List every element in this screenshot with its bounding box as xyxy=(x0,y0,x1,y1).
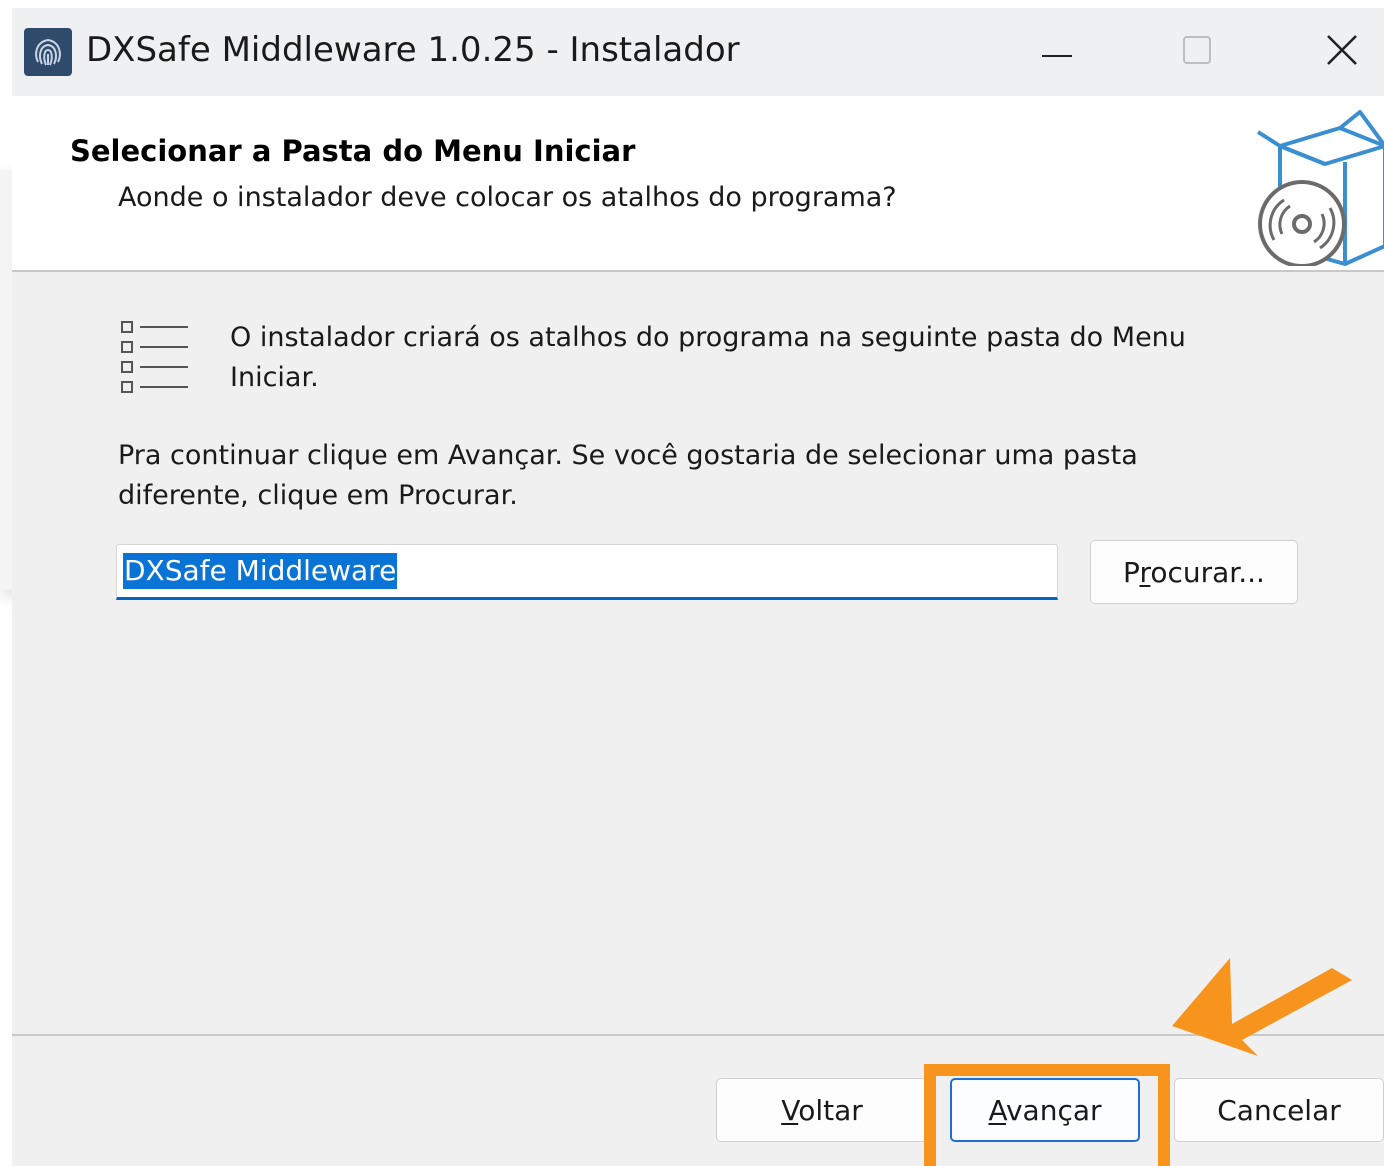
start-menu-folder-input[interactable]: DXSafe Middleware xyxy=(116,544,1058,600)
maximize-icon xyxy=(1182,35,1212,69)
close-icon xyxy=(1325,33,1359,71)
info-text: O instalador criará os atalhos do progra… xyxy=(230,322,1186,393)
minimize-icon xyxy=(1042,43,1072,62)
installer-window: DXSafe Middleware 1.0.25 - Instalador Se… xyxy=(12,8,1384,1166)
install-box-disc-icon xyxy=(1250,106,1384,270)
wizard-header: Selecionar a Pasta do Menu Iniciar Aonde… xyxy=(12,96,1384,272)
back-button-label: Voltar xyxy=(781,1093,863,1127)
fingerprint-icon xyxy=(24,28,72,76)
browse-button-label: Procurar... xyxy=(1123,555,1265,589)
close-button[interactable] xyxy=(1302,22,1382,82)
instructions-text: Pra continuar clique em Avançar. Se você… xyxy=(118,440,1138,511)
back-button[interactable]: Voltar xyxy=(716,1078,928,1142)
orange-arrow-icon xyxy=(1172,954,1352,1068)
title-bar[interactable]: DXSafe Middleware 1.0.25 - Instalador xyxy=(12,8,1384,96)
list-icon xyxy=(120,320,192,400)
folder-input-value: DXSafe Middleware xyxy=(123,553,398,589)
maximize-button xyxy=(1157,22,1237,82)
window-title: DXSafe Middleware 1.0.25 - Instalador xyxy=(86,30,740,70)
cancel-button[interactable]: Cancelar xyxy=(1174,1078,1384,1142)
cancel-button-label: Cancelar xyxy=(1217,1093,1341,1127)
browse-button[interactable]: Procurar... xyxy=(1090,540,1298,604)
page-subtitle: Aonde o instalador deve colocar os atalh… xyxy=(118,182,897,213)
highlight-box xyxy=(924,1064,1170,1166)
minimize-button[interactable] xyxy=(1017,22,1097,82)
page-title: Selecionar a Pasta do Menu Iniciar xyxy=(70,134,636,168)
